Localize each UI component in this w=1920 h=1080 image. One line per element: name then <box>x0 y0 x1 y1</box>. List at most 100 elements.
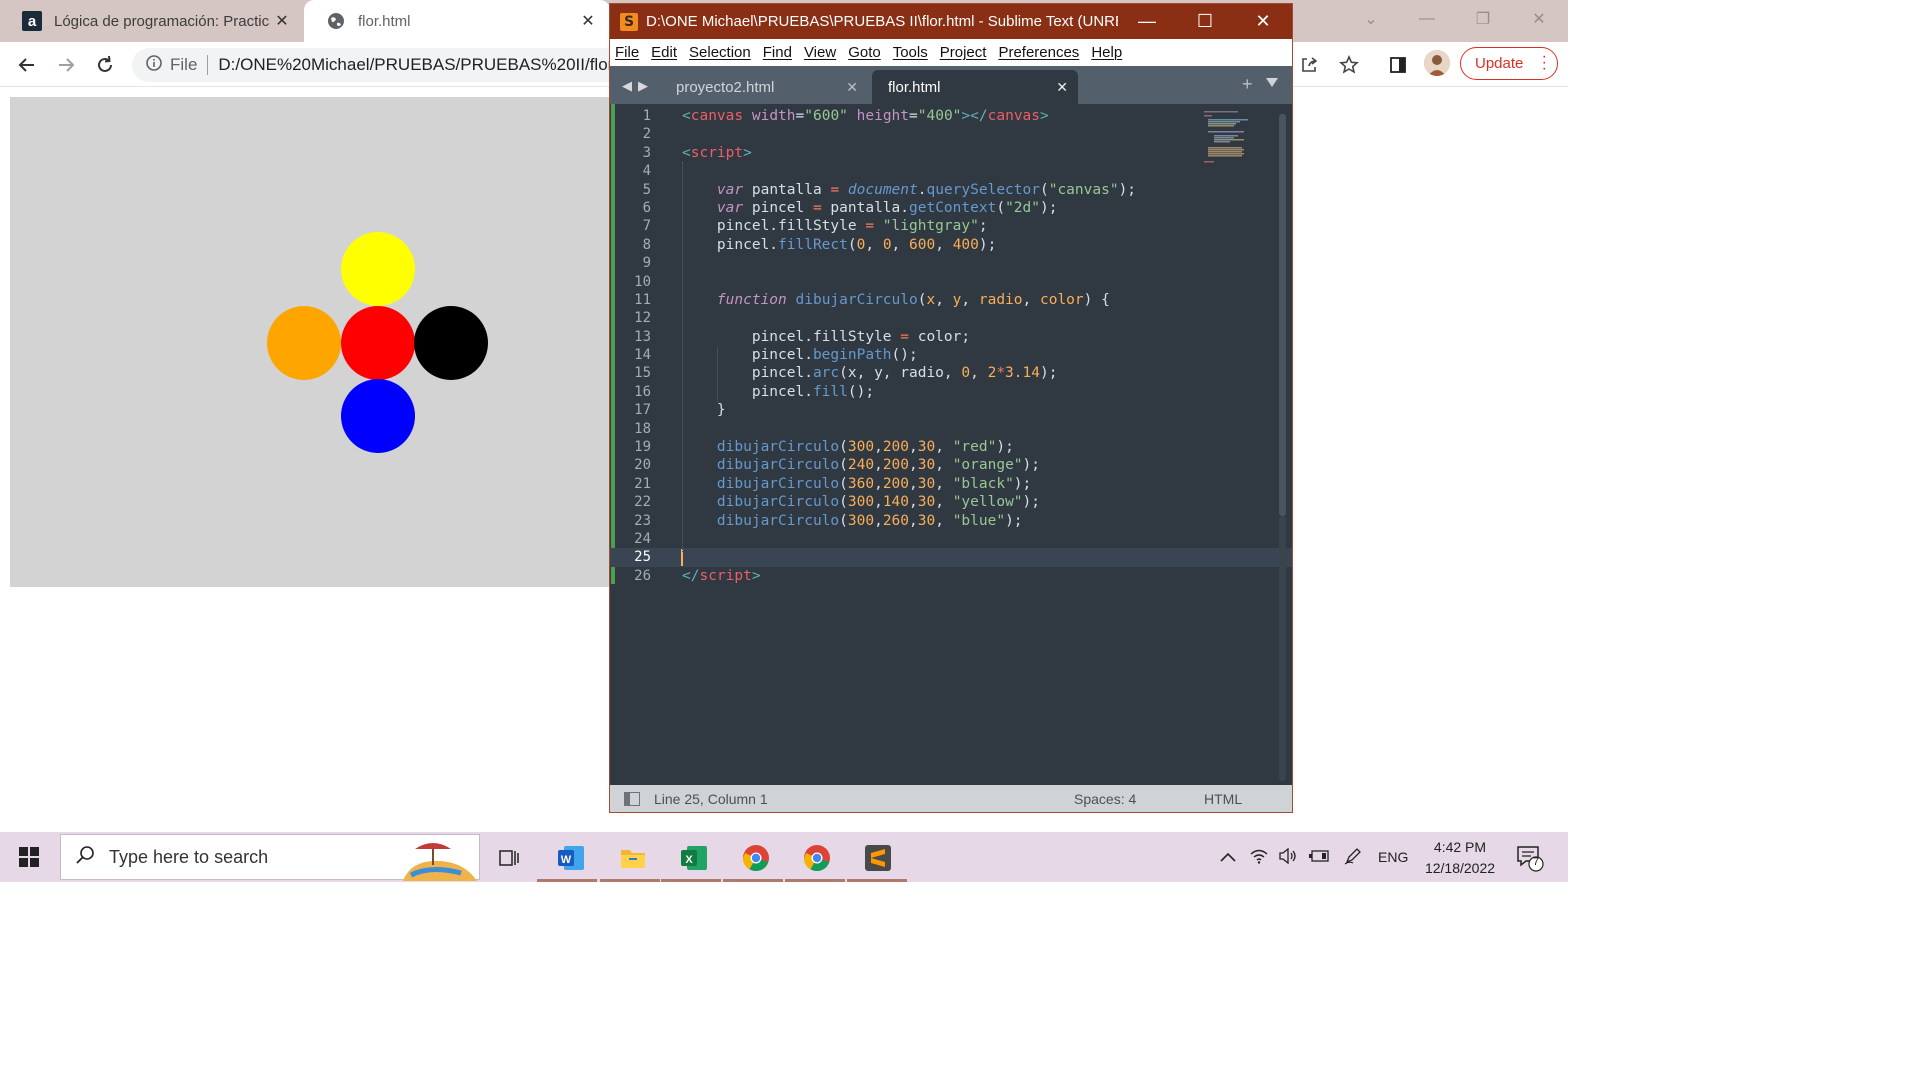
info-icon[interactable] <box>146 54 162 76</box>
menu-project[interactable]: Project <box>940 44 987 61</box>
close-window-icon[interactable]: ✕ <box>1234 4 1292 39</box>
share-icon[interactable] <box>1295 51 1323 79</box>
menu-find[interactable]: Find <box>763 44 792 61</box>
code-line[interactable]: 15 pincel.arc(x, y, radio, 0, 2*3.14); <box>610 364 1292 382</box>
update-button[interactable]: Update · · · <box>1460 47 1558 80</box>
back-arrow-icon[interactable] <box>12 50 42 80</box>
menu-edit[interactable]: Edit <box>651 44 677 61</box>
excel-icon[interactable]: X <box>675 839 713 877</box>
browser-tab-flor[interactable]: flor.html ✕ <box>304 0 610 42</box>
close-tab-icon[interactable]: ✕ <box>846 79 858 96</box>
notification-center-icon[interactable]: 7 <box>1516 844 1544 872</box>
tab-list-dropdown-icon[interactable] <box>1266 78 1278 87</box>
language-indicator[interactable]: ENG <box>1378 849 1408 865</box>
code-line[interactable]: 9 <box>610 254 1292 272</box>
code-line[interactable]: 17 } <box>610 401 1292 419</box>
code-line[interactable]: 14 pincel.beginPath(); <box>610 346 1292 364</box>
chevron-up-icon[interactable] <box>1220 849 1236 865</box>
vertical-scrollbar-track[interactable] <box>1279 516 1286 781</box>
file-explorer-icon[interactable] <box>614 839 652 877</box>
sublime-status-bar: Line 25, Column 1 Spaces: 4 HTML <box>610 785 1292 812</box>
code-line[interactable]: 6 var pincel = pantalla.getContext("2d")… <box>610 199 1292 217</box>
restore-icon[interactable]: ❐ <box>1455 0 1511 38</box>
close-tab-icon[interactable]: ✕ <box>576 9 600 33</box>
code-line[interactable]: 8 pincel.fillRect(0, 0, 600, 400); <box>610 236 1292 254</box>
editor-tab-proyecto2[interactable]: proyecto2.html ✕ <box>660 70 868 104</box>
minimize-icon[interactable]: — <box>1118 4 1176 39</box>
volume-icon[interactable] <box>1278 847 1298 867</box>
code-editor[interactable]: 1 <canvas width="600" height="400"></canv… <box>610 104 1292 784</box>
system-tray: ENG <box>1220 832 1408 882</box>
forward-arrow-icon[interactable] <box>51 50 81 80</box>
menu-view[interactable]: View <box>804 44 836 61</box>
code-line[interactable]: 12 <box>610 309 1292 327</box>
network-icon[interactable] <box>1250 848 1268 867</box>
task-view-icon[interactable] <box>491 839 529 877</box>
side-panel-icon[interactable] <box>1384 51 1412 79</box>
code-line[interactable]: 22 dibujarCirculo(300,140,30, "yellow"); <box>610 493 1292 511</box>
tab-left-arrow-icon[interactable]: ◀ <box>622 78 632 94</box>
code-line[interactable]: 18 <box>610 420 1292 438</box>
close-window-icon[interactable]: ✕ <box>1511 0 1567 38</box>
code-line[interactable]: 2 <box>610 125 1292 143</box>
code-line[interactable]: 16 pincel.fill(); <box>610 383 1292 401</box>
menu-goto[interactable]: Goto <box>848 44 881 61</box>
code-line[interactable]: 3 <script> <box>610 144 1292 162</box>
code-line[interactable]: 1 <canvas width="600" height="400"></canv… <box>610 107 1292 125</box>
pen-icon[interactable] <box>1344 847 1362 868</box>
code-line[interactable]: 25 <box>610 548 1292 567</box>
taskbar-search-box[interactable]: Type here to search <box>60 834 480 881</box>
menu-file[interactable]: File <box>615 44 639 61</box>
chrome-icon[interactable] <box>737 839 775 877</box>
line-number: 4 <box>642 163 651 180</box>
indentation-setting[interactable]: Spaces: 4 <box>1074 791 1204 807</box>
window-title: D:\ONE Michael\PRUEBAS\PRUEBAS II\flor.h… <box>646 13 1118 30</box>
word-icon[interactable]: W <box>552 839 590 877</box>
editor-tab-flor[interactable]: flor.html ✕ <box>872 70 1078 104</box>
code-line[interactable]: 20 dibujarCirculo(240,200,30, "orange"); <box>610 456 1292 474</box>
menu-selection[interactable]: Selection <box>689 44 751 61</box>
code-line[interactable]: 26 </script> <box>610 567 1292 585</box>
line-number: 9 <box>642 255 651 272</box>
tab-right-arrow-icon[interactable]: ▶ <box>638 78 648 94</box>
address-bar[interactable]: File D:/ONE%20Michael/PRUEBAS/PRUEBAS%20… <box>132 48 610 82</box>
code-line[interactable]: 4 <box>610 162 1292 180</box>
menu-preferences[interactable]: Preferences <box>998 44 1079 61</box>
sidebar-toggle-icon[interactable] <box>624 791 640 806</box>
code-line[interactable]: 10 <box>610 273 1292 291</box>
code-line[interactable]: 21 dibujarCirculo(360,200,30, "black"); <box>610 475 1292 493</box>
line-number: 14 <box>634 347 651 364</box>
reload-icon[interactable] <box>90 50 120 80</box>
menu-tools[interactable]: Tools <box>893 44 928 61</box>
code-line[interactable]: 24 <box>610 530 1292 548</box>
minimize-icon[interactable]: — <box>1399 0 1455 38</box>
line-number: 2 <box>642 126 651 143</box>
code-line[interactable]: 19 dibujarCirculo(300,200,30, "red"); <box>610 438 1292 456</box>
code-line[interactable]: 5 var pantalla = document.querySelector(… <box>610 181 1292 199</box>
browser-tab-alura[interactable]: a Lógica de programación: Practica ✕ <box>0 0 304 42</box>
chevron-down-icon[interactable]: ⌄ <box>1343 0 1399 38</box>
sublime-text-icon[interactable] <box>859 839 897 877</box>
taskbar-clock[interactable]: 4:42 PM 12/18/2022 <box>1416 837 1504 879</box>
new-tab-plus-icon[interactable]: + <box>1242 74 1253 95</box>
syntax-mode[interactable]: HTML <box>1204 791 1242 807</box>
code-lines[interactable]: 1 <canvas width="600" height="400"></canv… <box>610 107 1292 585</box>
code-line[interactable]: 13 pincel.fillStyle = color; <box>610 328 1292 346</box>
more-menu-icon[interactable]: · · · <box>1542 49 1547 77</box>
battery-icon[interactable] <box>1308 849 1330 866</box>
windows-start-icon[interactable] <box>0 832 58 882</box>
chrome-profile-icon[interactable] <box>798 839 836 877</box>
clock-time: 4:42 PM <box>1433 839 1487 855</box>
minimap[interactable] <box>1202 109 1262 179</box>
close-tab-icon[interactable]: ✕ <box>270 9 294 33</box>
menu-help[interactable]: Help <box>1091 44 1122 61</box>
code-line[interactable]: 23 dibujarCirculo(300,260,30, "blue"); <box>610 512 1292 530</box>
code-line[interactable]: 11 function dibujarCirculo(x, y, radio, … <box>610 291 1292 309</box>
clock-date: 12/18/2022 <box>1424 860 1496 876</box>
vertical-scrollbar-thumb[interactable] <box>1279 114 1286 516</box>
profile-avatar[interactable] <box>1424 50 1450 76</box>
code-line[interactable]: 7 pincel.fillStyle = "lightgray"; <box>610 217 1292 235</box>
bookmark-star-icon[interactable] <box>1335 51 1363 79</box>
maximize-icon[interactable]: ☐ <box>1176 4 1234 39</box>
close-tab-icon[interactable]: ✕ <box>1056 79 1068 96</box>
